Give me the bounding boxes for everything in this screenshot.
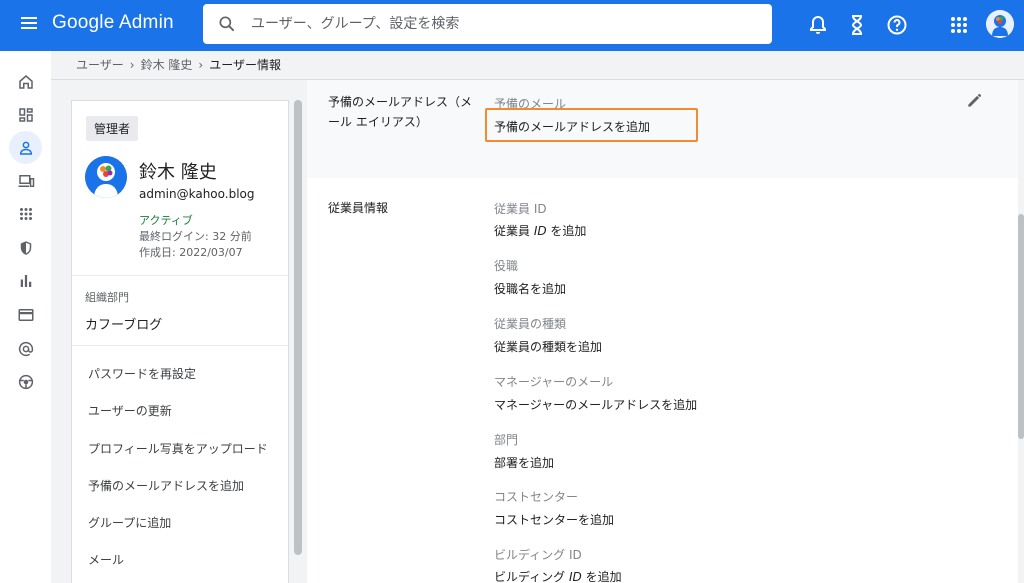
- alt-email-section: 予備のメールアドレス（メ ール エイリアス） 予備のメール 予備のメールアドレス…: [307, 80, 1018, 178]
- search-input[interactable]: [251, 13, 751, 35]
- billing-icon[interactable]: [9, 298, 42, 331]
- add-alt-email-value[interactable]: 予備のメールアドレスを追加: [494, 118, 650, 135]
- user-email: admin@kahoo.blog: [139, 187, 255, 201]
- employee-type-label: 従業員の種類: [494, 317, 567, 331]
- alt-email-section-title: 予備のメールアドレス（メ ール エイリアス）: [328, 95, 473, 129]
- employee-section-title: 従業員情報: [328, 201, 389, 215]
- upload-photo-link[interactable]: プロフィール写真をアップロード: [88, 440, 268, 457]
- chevron-right-icon: ›: [198, 57, 204, 72]
- user-summary-card: 管理者 鈴木 隆史 admin@kahoo.blog アクティブ 最終ログイン:…: [71, 100, 289, 583]
- menu-icon[interactable]: [18, 14, 40, 36]
- edit-icon[interactable]: [965, 90, 985, 110]
- left-panel-scrollbar[interactable]: [294, 100, 302, 555]
- employee-id-value[interactable]: 従業員 ID を追加: [494, 222, 586, 239]
- top-app-bar: Google Admin: [0, 0, 1024, 51]
- divider: [72, 345, 288, 346]
- apps-grid-icon[interactable]: [9, 197, 42, 230]
- help-icon[interactable]: [885, 13, 909, 37]
- security-icon[interactable]: [9, 231, 42, 264]
- avatar: [85, 156, 127, 198]
- job-title-value[interactable]: 役職名を追加: [494, 280, 566, 297]
- created-date: 作成日: 2022/03/07: [139, 246, 243, 259]
- breadcrumb: ユーザー › 鈴木 隆史 › ユーザー情報: [76, 56, 281, 73]
- search-bar[interactable]: [203, 4, 772, 44]
- manager-email-label: マネージャーのメール: [494, 375, 614, 389]
- cost-center-value[interactable]: コストセンターを追加: [494, 511, 614, 528]
- user-icon[interactable]: [9, 131, 42, 164]
- add-alt-email-link[interactable]: 予備のメールアドレスを追加: [88, 477, 244, 494]
- org-unit-value[interactable]: カフーブログ: [85, 314, 162, 333]
- dashboard-icon[interactable]: [9, 98, 42, 131]
- user-name: 鈴木 隆史: [139, 162, 217, 183]
- breadcrumb-users[interactable]: ユーザー: [76, 56, 124, 73]
- apps-icon[interactable]: [947, 13, 971, 37]
- breadcrumb-current: ユーザー情報: [209, 58, 281, 72]
- org-unit-label: 組織部門: [85, 291, 129, 304]
- notifications-icon[interactable]: [806, 13, 830, 37]
- main-panel-scrollbar[interactable]: [1018, 214, 1024, 439]
- divider: [72, 275, 288, 276]
- status-badge: アクティブ: [139, 214, 193, 227]
- left-nav-rail: [0, 51, 51, 583]
- devices-icon[interactable]: [9, 164, 42, 197]
- breadcrumb-user-name[interactable]: 鈴木 隆史: [141, 56, 193, 73]
- reset-password-link[interactable]: パスワードを再設定: [88, 365, 196, 382]
- last-login: 最終ログイン: 32 分前: [139, 230, 252, 243]
- account-icon[interactable]: [9, 332, 42, 365]
- rules-icon[interactable]: [9, 365, 42, 398]
- department-value[interactable]: 部署を追加: [494, 454, 554, 471]
- hourglass-icon[interactable]: [845, 13, 869, 37]
- chevron-right-icon: ›: [129, 57, 135, 72]
- reports-icon[interactable]: [9, 264, 42, 297]
- user-details-panel: 予備のメールアドレス（メ ール エイリアス） 予備のメール 予備のメールアドレス…: [307, 80, 1018, 583]
- mail-link[interactable]: メール: [88, 551, 124, 568]
- employee-id-label: 従業員 ID: [494, 202, 547, 216]
- building-id-label: ビルディング ID: [494, 548, 582, 562]
- role-badge: 管理者: [86, 116, 139, 141]
- manager-email-value[interactable]: マネージャーのメールアドレスを追加: [494, 396, 697, 413]
- app-title[interactable]: Google Admin: [52, 12, 174, 34]
- employee-type-value[interactable]: 従業員の種類を追加: [494, 338, 602, 355]
- job-title-label: 役職: [494, 259, 519, 273]
- home-icon[interactable]: [9, 65, 42, 98]
- update-user-link[interactable]: ユーザーの更新: [88, 402, 172, 419]
- department-label: 部門: [494, 433, 519, 447]
- cost-center-label: コストセンター: [494, 490, 579, 504]
- add-to-group-link[interactable]: グループに追加: [88, 514, 171, 531]
- search-icon[interactable]: [217, 14, 237, 34]
- building-id-value[interactable]: ビルディング ID を追加: [494, 568, 622, 583]
- account-avatar[interactable]: [986, 10, 1014, 38]
